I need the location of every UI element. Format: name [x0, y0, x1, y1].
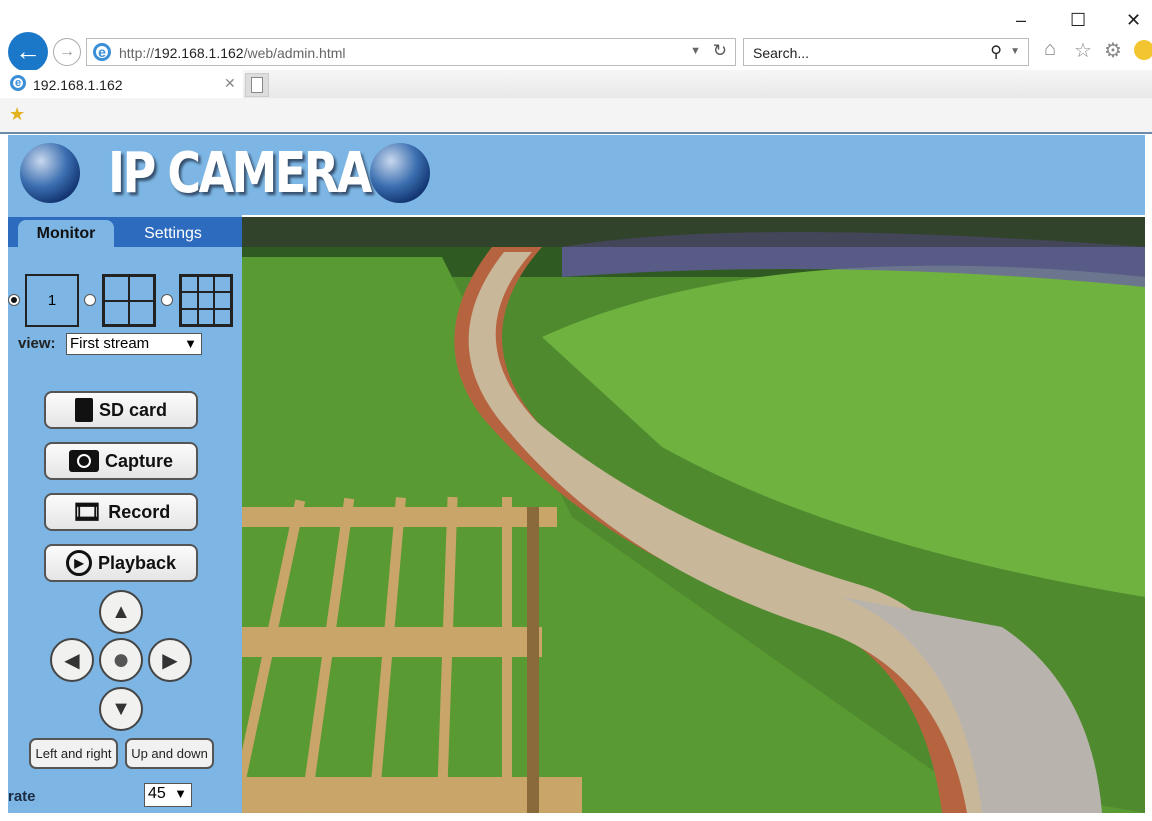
camera-icon	[68, 450, 99, 472]
forward-icon[interactable]: →	[53, 38, 81, 66]
smiley-icon[interactable]	[1134, 40, 1152, 60]
playback-button[interactable]: ▶ Playback	[44, 544, 198, 582]
record-button[interactable]: 🎞 Record	[44, 493, 198, 531]
film-icon: 🎞	[71, 498, 103, 526]
settings-icon[interactable]: ⚙	[1104, 38, 1122, 63]
ptz-center-button[interactable]: ●	[99, 638, 143, 682]
new-tab-icon	[251, 77, 263, 93]
play-icon: ▶	[65, 550, 92, 576]
layout-quad-icon[interactable]	[102, 274, 156, 327]
close-window-button[interactable]: ✕	[1126, 10, 1141, 31]
ie-icon: e	[10, 75, 26, 91]
search-input[interactable]: Search... ⚲ ▼	[743, 38, 1029, 66]
rate-label: rate	[8, 788, 36, 805]
layout-single-icon[interactable]: 1	[25, 274, 79, 327]
view-select[interactable]: First stream ▼	[66, 333, 202, 355]
close-tab-icon[interactable]: ✕	[224, 75, 236, 92]
capture-button[interactable]: Capture	[44, 442, 198, 480]
back-icon[interactable]: ←	[8, 32, 48, 72]
search-icon[interactable]: ⚲	[990, 42, 1002, 62]
layout-single-radio[interactable]	[8, 294, 20, 306]
sd-card-icon	[74, 398, 93, 422]
sd-card-button[interactable]: SD card	[44, 391, 198, 429]
cruise-up-down-button[interactable]: Up and down	[125, 738, 214, 769]
home-icon[interactable]: ⌂	[1044, 38, 1056, 61]
favorites-icon[interactable]: ☆	[1074, 38, 1092, 63]
refresh-icon[interactable]: ↻	[713, 41, 727, 61]
favorites-bar-icon[interactable]: ★	[9, 104, 25, 125]
camera-video-feed[interactable]	[242, 217, 1145, 813]
layout-nine-radio[interactable]	[161, 294, 173, 306]
ptz-up-button[interactable]: ▲	[99, 590, 143, 634]
ptz-left-button[interactable]: ◀	[50, 638, 94, 682]
layout-quad-radio[interactable]	[84, 294, 96, 306]
tab-title: 192.168.1.162	[33, 77, 123, 93]
new-tab-button[interactable]	[245, 73, 269, 97]
address-bar[interactable]: e http://192.168.1.162/web/admin.html ▼ …	[86, 38, 736, 66]
sidebar: Monitor Settings 1 view: First stream ▼ S…	[8, 215, 242, 813]
cruise-left-right-button[interactable]: Left and right	[29, 738, 118, 769]
ptz-down-button[interactable]: ▼	[99, 687, 143, 731]
browser-tab[interactable]: e 192.168.1.162 ✕	[0, 70, 243, 98]
globe-icon	[370, 143, 430, 203]
maximize-button[interactable]: ☐	[1070, 10, 1086, 31]
logo-title: IP CAMERA	[108, 141, 372, 206]
banner: IP CAMERA	[8, 135, 1145, 215]
ptz-right-button[interactable]: ▶	[148, 638, 192, 682]
minimize-button[interactable]: –	[1016, 10, 1026, 31]
globe-icon	[20, 143, 80, 203]
layout-nine-icon[interactable]	[179, 274, 233, 327]
dropdown-icon[interactable]: ▼	[690, 45, 701, 57]
layout-single-label: 1	[47, 292, 57, 309]
tab-settings[interactable]: Settings	[128, 220, 218, 247]
view-label: view:	[18, 335, 56, 352]
rate-select[interactable]: 45 ▼	[144, 783, 192, 807]
ie-icon: e	[93, 43, 111, 61]
tab-monitor[interactable]: Monitor	[18, 220, 114, 247]
